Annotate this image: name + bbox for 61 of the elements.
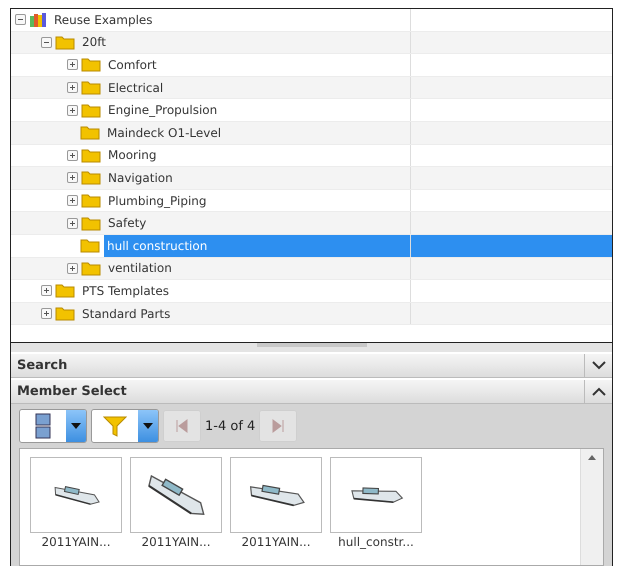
expand-icon[interactable]	[67, 104, 78, 116]
chevron-down-icon	[592, 361, 606, 370]
tree-item[interactable]: Electrical	[105, 76, 166, 98]
expand-icon[interactable]	[67, 262, 78, 274]
folder-icon	[81, 216, 101, 231]
expand-icon[interactable]	[67, 150, 78, 161]
collapse-icon[interactable]	[41, 36, 52, 48]
caret-icon	[143, 423, 153, 429]
tree-item[interactable]: Standard Parts	[79, 302, 174, 324]
filter-icon	[103, 415, 127, 437]
chevron-up-icon	[592, 387, 606, 396]
tree-item[interactable]: Comfort	[105, 54, 160, 76]
scrollbar[interactable]	[580, 449, 603, 565]
tree-item[interactable]: 20ft	[79, 32, 109, 54]
folder-icon	[81, 193, 101, 208]
folder-icon	[81, 148, 101, 163]
member-name: hull_constr...	[338, 535, 414, 549]
member-name: 2011YAIN...	[141, 535, 211, 549]
thumbnail[interactable]	[130, 457, 222, 533]
page-range: 1-4 of 4	[205, 418, 256, 434]
last-page-icon	[272, 419, 284, 433]
folder-icon	[80, 125, 100, 140]
folder-icon	[81, 102, 101, 118]
tree-item[interactable]: Reuse Examples	[51, 9, 156, 31]
image-icon	[35, 413, 51, 439]
tree-item[interactable]: Engine_Propulsion	[105, 99, 220, 121]
folder-icon	[55, 34, 75, 50]
tree-item[interactable]: Maindeck O1-Level	[104, 122, 224, 144]
view-dropdown[interactable]	[19, 409, 87, 443]
scroll-up-icon	[588, 455, 596, 460]
caret-icon	[71, 423, 81, 429]
folder-icon	[81, 260, 101, 276]
expand-icon[interactable]	[41, 308, 52, 320]
tree-item[interactable]: ventilation	[105, 258, 175, 280]
tree-item[interactable]: PTS Templates	[79, 280, 172, 302]
thumbnail[interactable]	[230, 457, 322, 533]
thumbnail[interactable]	[330, 457, 422, 533]
expand-icon[interactable]	[67, 82, 78, 94]
folder-icon	[81, 80, 101, 96]
tree-item[interactable]: Plumbing_Piping	[105, 190, 210, 212]
books-icon	[29, 12, 47, 28]
expand-icon[interactable]	[67, 218, 78, 229]
expand-icon[interactable]	[67, 59, 78, 70]
folder-icon	[81, 57, 101, 72]
collapse-icon[interactable]	[15, 14, 26, 26]
folder-icon	[81, 170, 101, 186]
member-name: 2011YAIN...	[241, 535, 311, 549]
expand-icon[interactable]	[67, 172, 78, 184]
member-name: 2011YAIN...	[41, 535, 111, 549]
first-page-icon	[176, 419, 188, 433]
tree-item[interactable]: Mooring	[105, 144, 160, 166]
tree-item[interactable]: Safety	[105, 212, 150, 234]
thumbnail[interactable]	[30, 457, 122, 533]
folder-icon	[80, 238, 100, 254]
expand-icon[interactable]	[67, 195, 78, 206]
folder-icon	[55, 283, 75, 298]
section-header: Member Select	[16, 384, 127, 399]
tree-item[interactable]: Navigation	[105, 167, 176, 189]
expand-icon[interactable]	[41, 285, 52, 296]
folder-icon	[55, 306, 75, 322]
section-header: Search	[16, 358, 68, 373]
